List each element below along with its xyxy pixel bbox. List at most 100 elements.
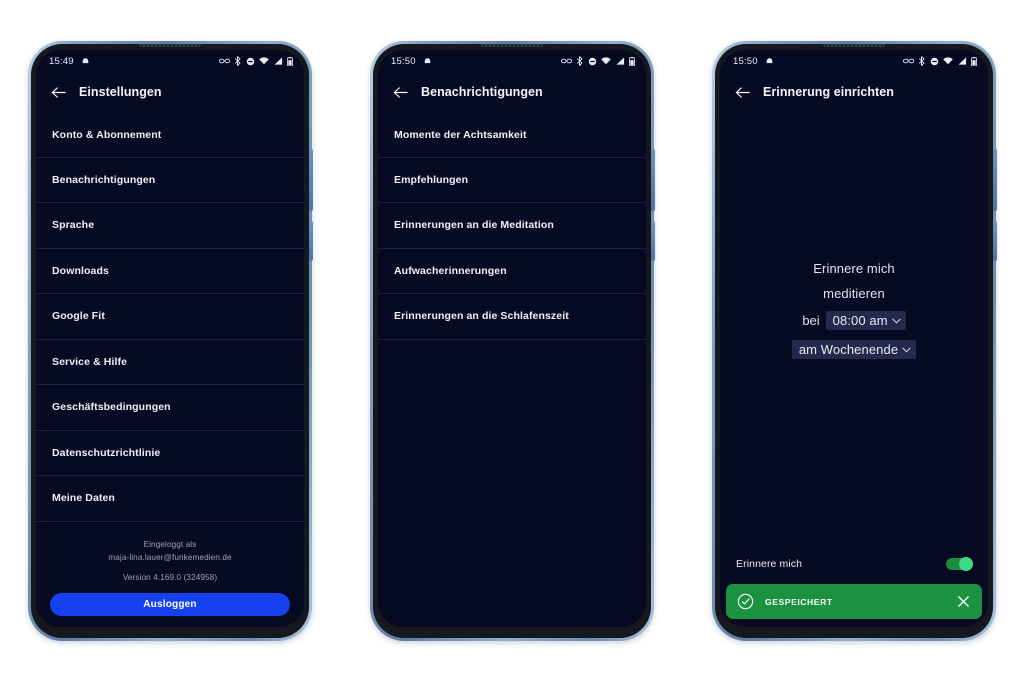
notification-item-erinnerungen-meditation[interactable]: Erinnerungen an die Meditation [378,203,646,249]
dnd-icon [246,57,254,65]
phone-side-button[interactable] [993,149,997,211]
settings-item-sprache[interactable]: Sprache [36,203,304,249]
screenshot-stage: 15:49 Einstellungen Konto & Abonnement B… [0,0,1024,682]
dnd-icon [588,57,596,65]
toggle-knob [959,557,973,571]
reminder-text-primary: Erinnere mich [813,261,895,276]
close-icon[interactable] [957,595,970,608]
logout-button[interactable]: Ausloggen [50,593,290,616]
list-item-label: Geschäftsbedingungen [52,401,171,414]
notification-item-erinnerungen-schlafenszeit[interactable]: Erinnerungen an die Schlafenszeit [378,294,646,340]
page-title: Einstellungen [79,85,162,99]
signal-icon [616,57,624,65]
phone-screen-settings: 15:49 Einstellungen Konto & Abonnement B… [36,50,304,627]
phone-side-button-secondary[interactable] [309,221,313,261]
account-footer: Eingeloggt als maja-lina.lauer@funkemedi… [36,525,304,582]
reminder-line-2: meditieren [823,286,885,301]
app-version: Version 4.169.0 (324958) [122,573,218,582]
phone-mockup-reminder: 15:50 Erinnerung einrichten Erinnere mic… [712,41,997,641]
check-circle-icon [737,593,754,610]
phone-body: 15:49 Einstellungen Konto & Abonnement B… [31,44,309,638]
reminder-repeat-value: am Wochenende [798,342,899,357]
reminder-time-row: bei 08:00 am [802,311,906,330]
bluetooth-icon [918,56,925,66]
status-bar-left: 15:49 [49,56,90,67]
logout-button-container: Ausloggen [36,582,304,627]
reminder-time-select[interactable]: 08:00 am [825,311,906,330]
list-item-label: Benachrichtigungen [52,173,156,186]
back-arrow-icon[interactable] [393,86,408,99]
settings-list: Konto & Abonnement Benachrichtigungen Sp… [36,112,304,525]
app-bar: Benachrichtigungen [378,72,646,112]
app-bar: Einstellungen [36,72,304,112]
phone-side-button[interactable] [309,149,313,211]
wifi-icon [601,57,611,65]
list-item-label: Datenschutzrichtlinie [52,446,161,459]
chevron-down-icon [902,347,911,352]
list-item-label: Momente der Achtsamkeit [394,128,527,141]
back-arrow-icon[interactable] [51,86,66,99]
glasses-icon [218,58,230,64]
list-item-label: Google Fit [52,310,105,323]
reminder-time-prefix: bei [802,313,820,328]
reminder-repeat-select[interactable]: am Wochenende [791,340,917,359]
wifi-icon [259,57,269,65]
status-bar-left: 15:50 [733,56,774,67]
notification-item-momente-der-achtsamkeit[interactable]: Momente der Achtsamkeit [378,112,646,158]
status-time: 15:50 [733,55,758,67]
back-arrow-icon[interactable] [735,86,750,99]
status-bar: 15:49 [36,50,304,72]
settings-item-geschaeftsbedingungen[interactable]: Geschäftsbedingungen [36,385,304,431]
settings-item-datenschutzrichtlinie[interactable]: Datenschutzrichtlinie [36,431,304,476]
settings-item-konto-abonnement[interactable]: Konto & Abonnement [36,112,304,158]
phone-body: 15:50 Benachrichtigungen Momente der Ach… [373,44,651,638]
phone-screen-notifications: 15:50 Benachrichtigungen Momente der Ach… [378,50,646,627]
saved-snackbar: GESPEICHERT [726,584,982,619]
phone-side-button-secondary[interactable] [993,221,997,261]
status-time: 15:49 [49,55,74,67]
notification-item-aufwacherinnerungen[interactable]: Aufwacherinnerungen [378,249,646,294]
status-bar-right [218,56,294,66]
wifi-icon [943,57,953,65]
settings-item-downloads[interactable]: Downloads [36,249,304,294]
settings-item-benachrichtigungen[interactable]: Benachrichtigungen [36,158,304,203]
phone-side-button[interactable] [651,149,655,211]
signal-icon [274,57,282,65]
notification-dot-icon [766,57,773,63]
earpiece-grille-icon [481,44,543,47]
bluetooth-icon [234,56,241,66]
list-item-label: Meine Daten [52,492,115,505]
dnd-icon [930,57,938,65]
list-item-label: Konto & Abonnement [52,128,162,141]
settings-item-service-hilfe[interactable]: Service & Hilfe [36,340,304,385]
reminder-configuration: Erinnere mich meditieren bei 08:00 am am… [720,112,988,544]
battery-icon [287,56,293,66]
battery-icon [629,56,635,66]
status-bar: 15:50 [378,50,646,72]
settings-item-google-fit[interactable]: Google Fit [36,294,304,340]
reminder-line-1: Erinnere mich [813,261,895,276]
settings-item-meine-daten[interactable]: Meine Daten [36,476,304,522]
reminder-toggle-switch[interactable] [946,557,973,571]
list-item-label: Aufwacherinnerungen [394,264,507,277]
list-item-label: Empfehlungen [394,173,469,186]
phone-mockup-settings: 15:49 Einstellungen Konto & Abonnement B… [28,41,313,641]
phone-side-button-secondary[interactable] [651,221,655,261]
glasses-icon [560,58,572,64]
signal-icon [958,57,966,65]
snackbar-message: GESPEICHERT [765,596,833,607]
list-item-label: Erinnerungen an die Meditation [394,219,554,232]
list-item-label: Service & Hilfe [52,355,128,368]
notification-dot-icon [424,57,431,63]
reminder-time-value: 08:00 am [832,313,888,328]
earpiece-grille-icon [823,44,885,47]
notifications-list: Momente der Achtsamkeit Empfehlungen Eri… [378,112,646,627]
logged-in-label: Eingeloggt als [143,540,197,549]
app-bar: Erinnerung einrichten [720,72,988,112]
phone-screen-reminder: 15:50 Erinnerung einrichten Erinnere mic… [720,50,988,627]
list-item-label: Sprache [52,219,95,232]
notification-item-empfehlungen[interactable]: Empfehlungen [378,158,646,203]
reminder-toggle-label: Erinnere mich [736,558,803,570]
bluetooth-icon [576,56,583,66]
earpiece-grille-icon [139,44,201,47]
